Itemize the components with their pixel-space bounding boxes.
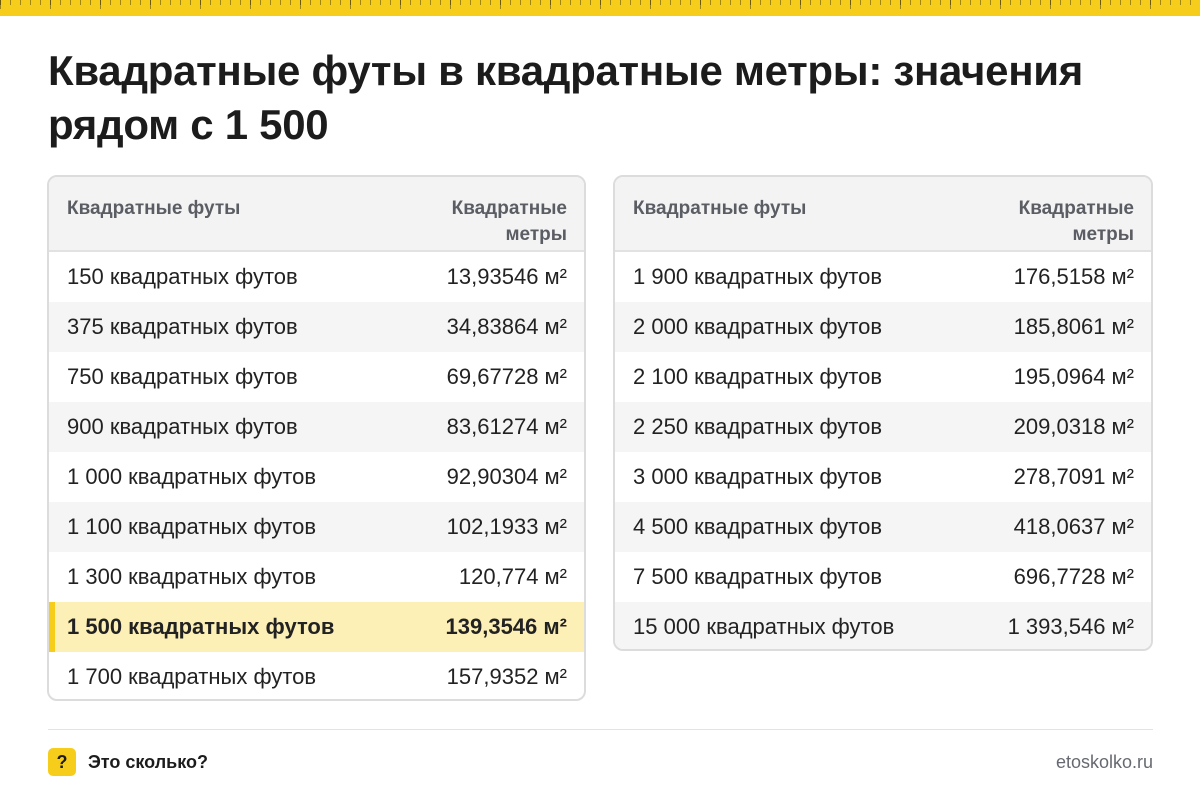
feet-cell: 3 000 квадратных футов — [633, 464, 883, 489]
meters-cell: 278,7091 м² — [1013, 464, 1134, 489]
meters-cell: 102,1933 м² — [446, 514, 567, 539]
meters-cell: 13,93546 м² — [446, 264, 567, 289]
feet-cell: 1 300 квадратных футов — [67, 564, 317, 589]
meters-cell: 92,90304 м² — [446, 464, 567, 489]
feet-cell: 1 000 квадратных футов — [67, 464, 317, 489]
meters-cell: 195,0964 м² — [1013, 364, 1134, 389]
meters-cell: 176,5158 м² — [1013, 264, 1134, 289]
column-header-meters: Квадратные метры — [451, 198, 567, 245]
meters-cell: 209,0318 м² — [1013, 414, 1134, 439]
table-header: Квадратные футы Квадратные метры — [49, 177, 584, 252]
column-header-feet: Квадратные футы — [633, 198, 807, 219]
feet-cell: 7 500 квадратных футов — [633, 564, 883, 589]
table-header: Квадратные футы Квадратные метры — [615, 177, 1151, 252]
table-row: 2 100 квадратных футов 195,0964 м² — [615, 352, 1151, 402]
meters-cell: 1 393,546 м² — [1007, 614, 1134, 639]
table-row: 2 000 квадратных футов 185,8061 м² — [615, 302, 1151, 352]
meters-cell: 120,774 м² — [458, 564, 567, 589]
table-row-highlighted: 1 500 квадратных футов 139,3546 м² — [49, 602, 584, 652]
conversion-table-left: Квадратные футы Квадратные метры 150 ква… — [47, 175, 586, 701]
feet-cell: 4 500 квадратных футов — [633, 514, 883, 539]
site-link[interactable]: etoskolko.ru — [1056, 750, 1153, 774]
meters-cell: 34,83864 м² — [446, 314, 567, 339]
brand-name: Это сколько? — [88, 752, 208, 772]
feet-cell: 2 000 квадратных футов — [633, 314, 883, 339]
ruler-decoration — [0, 0, 1200, 16]
page-title: Квадратные футы в квадратные метры: знач… — [48, 47, 1083, 148]
column-header-feet: Квадратные футы — [67, 198, 241, 219]
meters-cell: 139,3546 м² — [445, 614, 567, 639]
feet-cell: 900 квадратных футов — [67, 414, 298, 439]
feet-cell: 1 900 квадратных футов — [633, 264, 883, 289]
table-row: 2 250 квадратных футов 209,0318 м² — [615, 402, 1151, 452]
meters-cell: 418,0637 м² — [1013, 514, 1134, 539]
table-row: 7 500 квадратных футов 696,7728 м² — [615, 552, 1151, 602]
feet-cell: 15 000 квадратных футов — [633, 614, 895, 639]
table-row: 1 900 квадратных футов 176,5158 м² — [615, 252, 1151, 302]
table-row: 150 квадратных футов 13,93546 м² — [49, 252, 584, 302]
table-row: 3 000 квадратных футов 278,7091 м² — [615, 452, 1151, 502]
feet-cell: 750 квадратных футов — [67, 364, 298, 389]
table-row: 1 700 квадратных футов 157,9352 м² — [49, 652, 584, 699]
table-row: 4 500 квадратных футов 418,0637 м² — [615, 502, 1151, 552]
meters-cell: 69,67728 м² — [446, 364, 567, 389]
meters-cell: 696,7728 м² — [1013, 564, 1134, 589]
table-row: 1 000 квадратных футов 92,90304 м² — [49, 452, 584, 502]
feet-cell: 2 100 квадратных футов — [633, 364, 883, 389]
table-row: 375 квадратных футов 34,83864 м² — [49, 302, 584, 352]
meters-cell: 83,61274 м² — [446, 414, 567, 439]
feet-cell: 1 500 квадратных футов — [67, 614, 335, 639]
conversion-table-right: Квадратные футы Квадратные метры 1 900 к… — [613, 175, 1153, 651]
table-row: 750 квадратных футов 69,67728 м² — [49, 352, 584, 402]
table-row: 1 300 квадратных футов 120,774 м² — [49, 552, 584, 602]
question-mark-icon: ? — [48, 748, 76, 776]
table-row: 15 000 квадратных футов 1 393,546 м² — [615, 602, 1151, 649]
table-row: 900 квадратных футов 83,61274 м² — [49, 402, 584, 452]
footer-divider — [48, 729, 1153, 730]
table-row: 1 100 квадратных футов 102,1933 м² — [49, 502, 584, 552]
meters-cell: 157,9352 м² — [446, 664, 567, 689]
feet-cell: 375 квадратных футов — [67, 314, 298, 339]
feet-cell: 1 700 квадратных футов — [67, 664, 317, 689]
feet-cell: 1 100 квадратных футов — [67, 514, 317, 539]
feet-cell: 2 250 квадратных футов — [633, 414, 883, 439]
column-header-meters: Квадратные метры — [1018, 198, 1134, 245]
meters-cell: 185,8061 м² — [1013, 314, 1134, 339]
feet-cell: 150 квадратных футов — [67, 264, 298, 289]
